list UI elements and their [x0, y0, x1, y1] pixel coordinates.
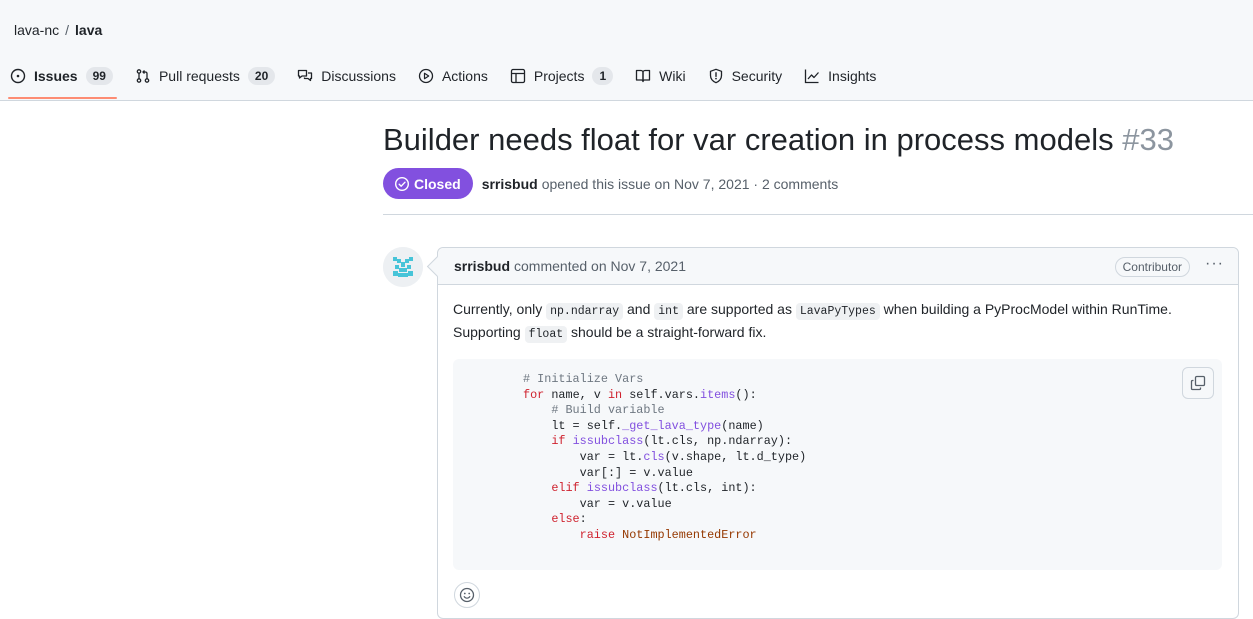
breadcrumb-separator: /	[65, 22, 70, 38]
breadcrumb-repo-link[interactable]: lava	[75, 22, 102, 38]
code-keyword-if: if	[523, 434, 566, 449]
body-text-4: when building a PyProcModel within RunTi…	[879, 301, 1172, 317]
add-reaction-button[interactable]	[454, 582, 480, 608]
code-content: # Initialize Vars for name, v in self.va…	[523, 372, 806, 544]
pull-request-icon	[136, 69, 150, 83]
tab-projects-count: 1	[592, 67, 614, 85]
code-line-7: var[:] = v.value	[523, 465, 693, 480]
tab-discussions-label: Discussions	[321, 68, 396, 84]
copy-button[interactable]	[1182, 367, 1214, 399]
body-text-6: should be a straight-forward fix.	[567, 324, 767, 340]
code-line-6a: var = lt.	[523, 449, 644, 464]
code-fn-items: items	[700, 387, 736, 402]
tab-issues[interactable]: Issues 99	[8, 64, 117, 99]
body-text-1: Currently, only	[453, 301, 547, 317]
issue-state-label: Closed	[414, 175, 461, 192]
shield-icon	[709, 68, 722, 84]
tab-security[interactable]: Security	[708, 64, 783, 88]
code-fn-get-lava-type: _get_lava_type	[622, 418, 722, 433]
book-icon	[635, 69, 651, 83]
tab-projects-label: Projects	[533, 68, 585, 84]
comment-body: Currently, only np.ndarray and int are s…	[438, 285, 1238, 570]
code-exception: NotImplementedError	[622, 527, 757, 542]
tab-wiki[interactable]: Wiki	[635, 64, 686, 88]
tab-pull-requests-label: Pull requests	[158, 68, 240, 84]
code-line-2a: name, v	[544, 387, 608, 402]
code-line-5b: (lt.cls, np.ndarray):	[643, 434, 793, 449]
tab-insights-label: Insights	[828, 68, 877, 84]
code-fn-issubclass-2: issubclass	[586, 481, 658, 496]
tab-actions[interactable]: Actions	[418, 64, 488, 88]
issue-meta: Closed srrisbud opened this issue on Nov…	[383, 168, 838, 199]
identicon-avatar-icon	[383, 247, 423, 287]
play-icon	[418, 68, 434, 84]
code-line-4b: (name)	[721, 418, 764, 433]
comment-header: srrisbud commented on Nov 7, 2021 Contri…	[438, 248, 1238, 285]
discussions-icon	[298, 69, 313, 82]
code-keyword-else: else	[523, 512, 580, 527]
code-space-5	[565, 434, 572, 448]
contributor-badge: Contributor	[1114, 257, 1190, 277]
issue-title: Builder needs float for var creation in …	[383, 122, 1174, 158]
body-text-3: are supported as	[682, 301, 796, 317]
comment-box: srrisbud commented on Nov 7, 2021 Contri…	[437, 247, 1239, 619]
inline-code-float: float	[524, 326, 568, 343]
tab-projects[interactable]: Projects 1	[510, 64, 614, 88]
tab-issues-label: Issues	[34, 68, 78, 84]
tab-actions-label: Actions	[441, 68, 488, 84]
tab-issues-count: 99	[85, 67, 113, 85]
tab-security-label: Security	[731, 68, 783, 84]
tab-wiki-label: Wiki	[659, 68, 686, 84]
tab-pull-requests-count: 20	[247, 67, 276, 85]
inline-code-lavapytypes: LavaPyTypes	[795, 303, 880, 320]
body-text-2: and	[623, 301, 655, 317]
avatar[interactable]	[383, 247, 423, 287]
inline-code-int: int	[654, 303, 683, 320]
table-icon	[510, 68, 526, 84]
issue-number: #33	[1122, 122, 1174, 157]
repo-header: lava-nc / lava Issues 99 Pull requests 20 …	[0, 0, 1253, 101]
code-keyword-elif: elif	[523, 481, 580, 496]
body-text-5: Supporting	[453, 324, 525, 340]
code-fn-cls: cls	[643, 449, 665, 464]
code-line-2c: ():	[735, 387, 757, 402]
code-line-9: var = v.value	[523, 496, 672, 511]
issue-meta-text: opened this issue on Nov 7, 2021 · 2 com…	[541, 175, 839, 192]
code-fn-issubclass-1: issubclass	[572, 434, 644, 449]
inline-code-ndarray: np.ndarray	[546, 303, 624, 320]
code-keyword-in: in	[607, 387, 623, 402]
code-line-6b: (v.shape, lt.d_type)	[664, 449, 807, 464]
smiley-icon	[459, 587, 475, 603]
code-line-4a: lt = self.	[523, 418, 623, 433]
issue-author-link[interactable]: srrisbud	[482, 176, 538, 192]
code-keyword-raise: raise	[523, 527, 616, 542]
check-circle-icon	[394, 176, 410, 191]
kebab-menu-icon[interactable]: ···	[1205, 256, 1224, 272]
code-line-10b: :	[579, 512, 587, 527]
breadcrumb-owner-link[interactable]: lava-nc	[14, 22, 59, 38]
tab-discussions[interactable]: Discussions	[297, 64, 396, 88]
issue-opened-icon	[10, 68, 26, 84]
issue-title-text: Builder needs float for var creation in …	[383, 122, 1114, 157]
tab-insights[interactable]: Insights	[804, 64, 876, 88]
copy-icon	[1190, 375, 1206, 391]
tab-pull-requests[interactable]: Pull requests 20	[135, 64, 276, 88]
breadcrumb: lava-nc / lava	[14, 22, 102, 38]
graph-icon	[805, 69, 820, 84]
code-line-3: # Build variable	[523, 403, 665, 418]
comment-timestamp[interactable]: commented on Nov 7, 2021	[514, 258, 686, 274]
code-line-1: # Initialize Vars	[523, 372, 644, 386]
code-line-2b: self.vars.	[622, 387, 701, 402]
header-divider	[383, 214, 1253, 215]
issue-state-badge: Closed	[383, 168, 473, 199]
code-block: # Initialize Vars for name, v in self.va…	[453, 359, 1222, 570]
code-space-8	[580, 481, 587, 495]
comment-author-link[interactable]: srrisbud	[454, 258, 510, 274]
code-keyword-for: for	[523, 387, 545, 402]
repo-nav-tabs: Issues 99 Pull requests 20 Discussions A…	[8, 64, 898, 100]
comment-paragraph: Currently, only np.ndarray and int are s…	[453, 299, 1222, 345]
code-line-8b: (lt.cls, int):	[657, 481, 757, 496]
